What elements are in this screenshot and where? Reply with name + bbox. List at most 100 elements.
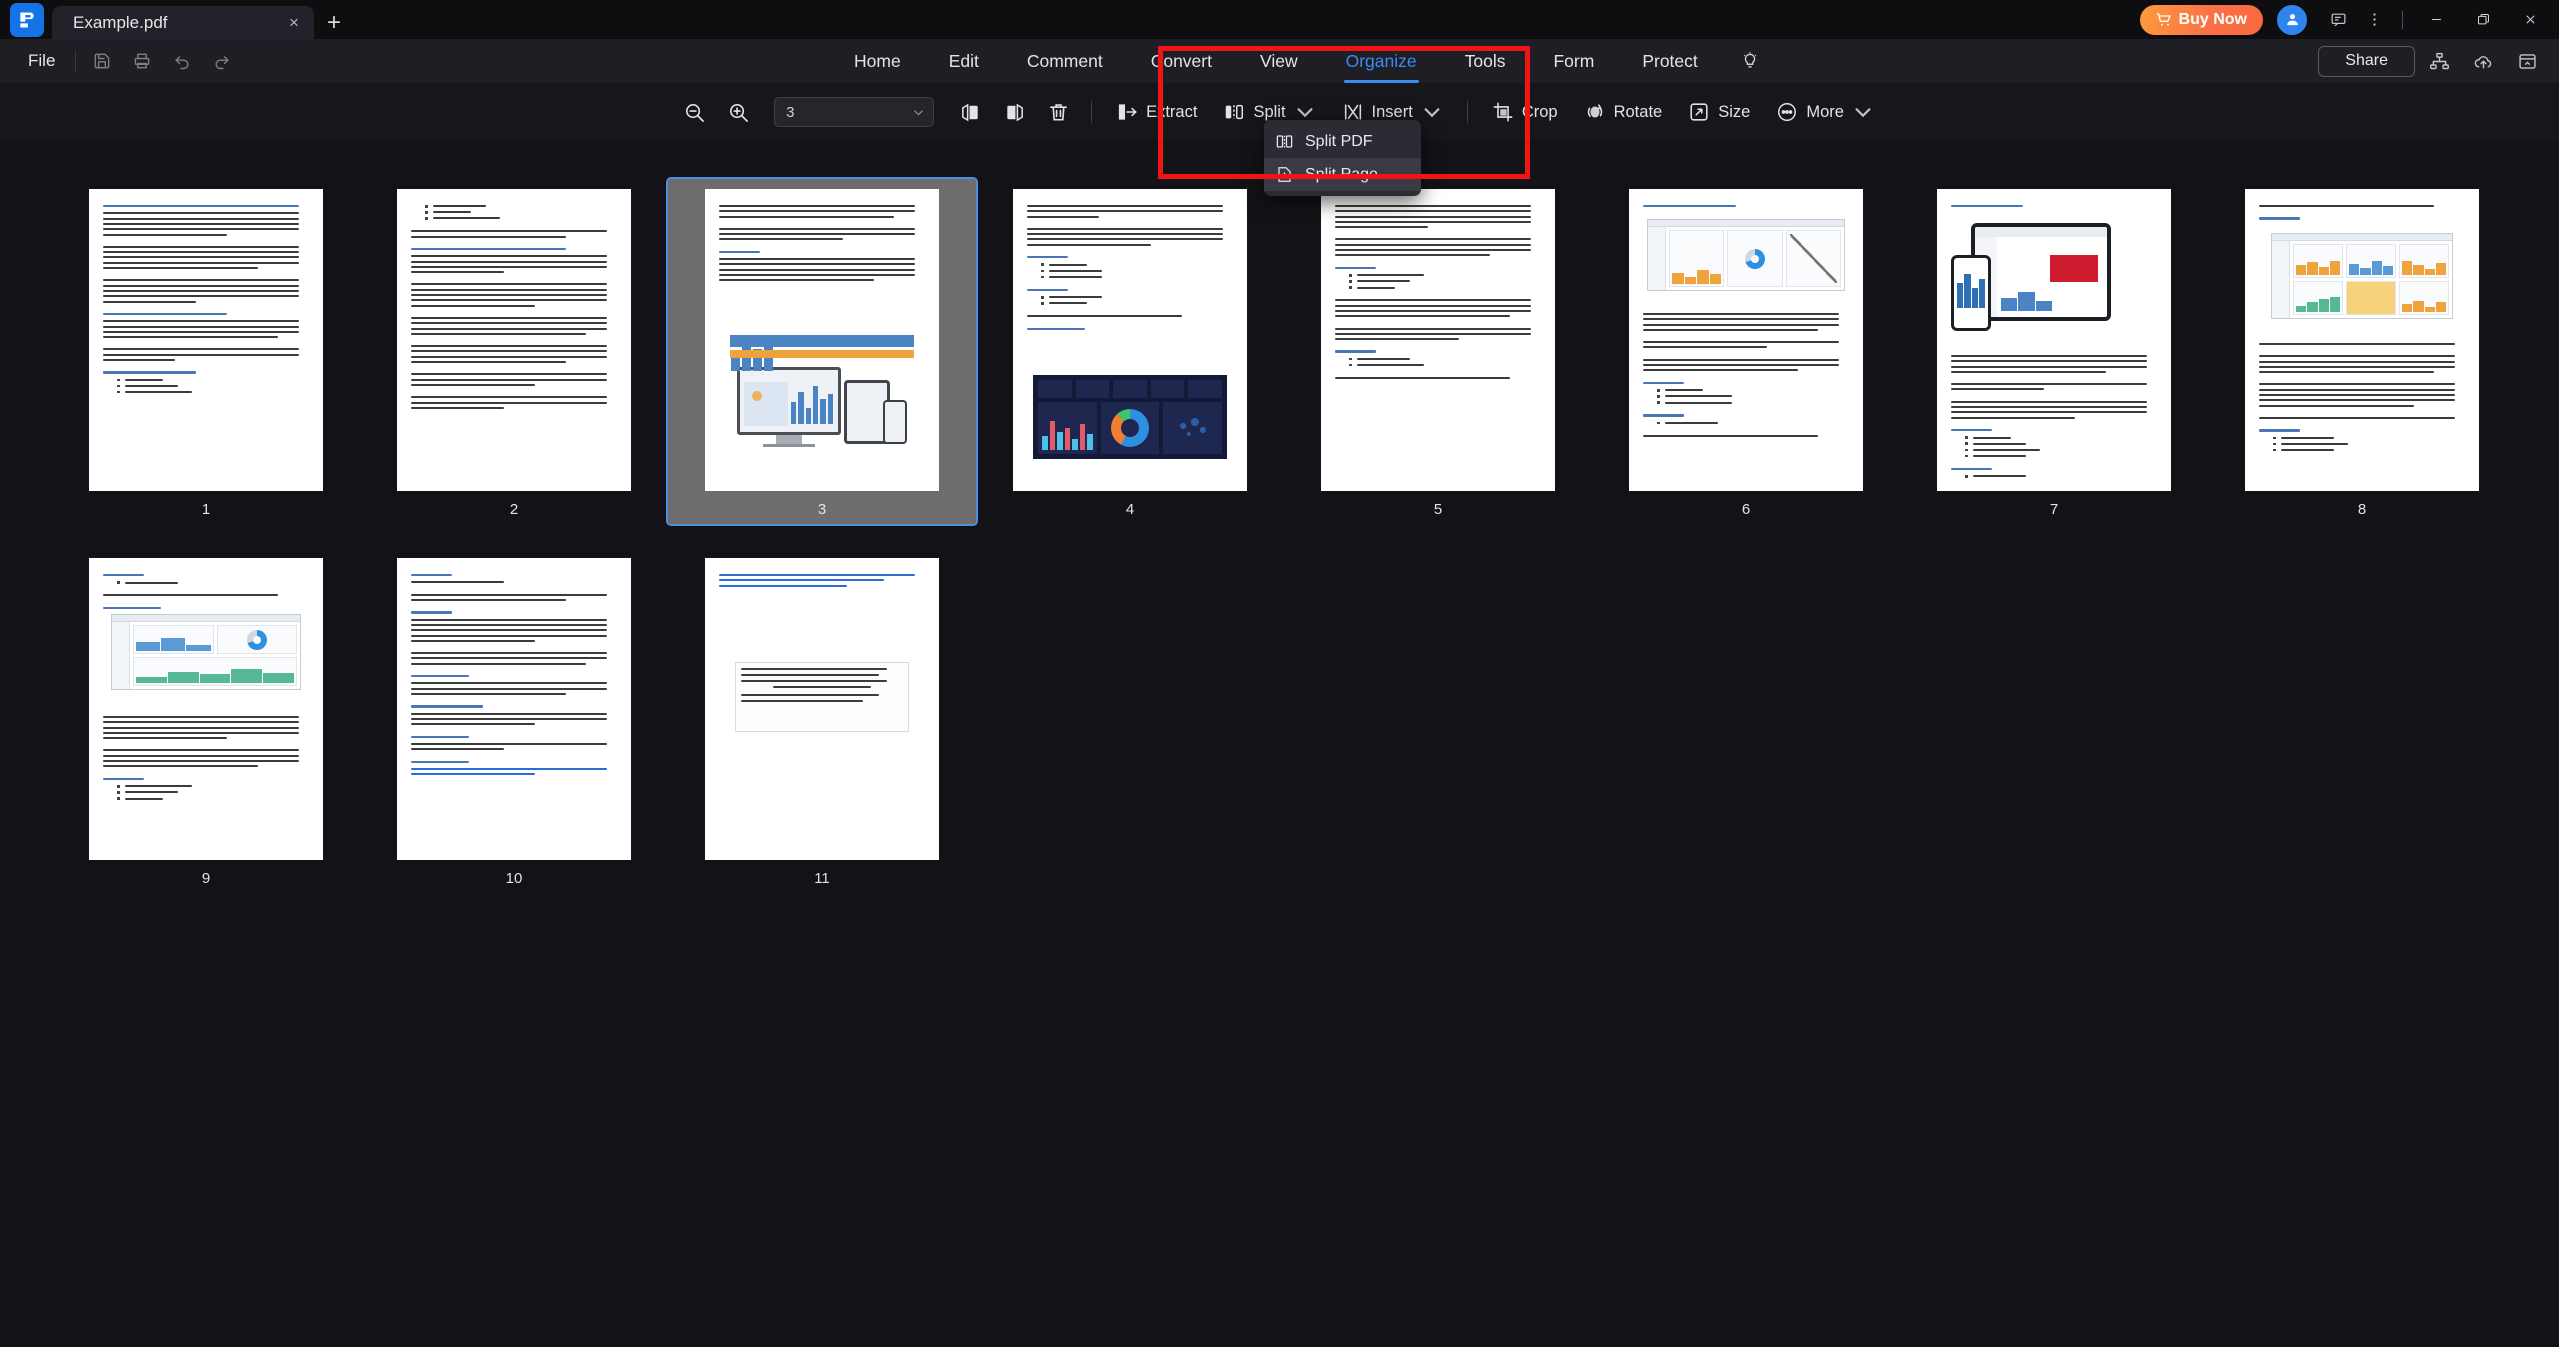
page-thumbnail[interactable] <box>397 558 631 860</box>
zoho-dashboard-image <box>111 614 301 690</box>
phone-graphic <box>730 335 914 444</box>
more-button[interactable]: More <box>1763 92 1887 132</box>
page-number-label: 9 <box>201 870 211 887</box>
split-pdf-menu-item[interactable]: Split PDF <box>1264 125 1421 158</box>
tab-title: Example.pdf <box>73 12 168 32</box>
undo-icon[interactable] <box>162 41 202 81</box>
page-content <box>397 189 631 491</box>
panel-toggle-icon[interactable] <box>2507 41 2547 81</box>
menu-tab-form[interactable]: Form <box>1529 39 1618 83</box>
menu-bar: File Home Edit Comment Convert View Orga… <box>0 39 2559 83</box>
thumbnail-cell[interactable]: 9 <box>52 548 360 893</box>
page-thumbnail[interactable] <box>2245 189 2479 491</box>
file-menu-button[interactable]: File <box>14 51 69 71</box>
page-number-label: 10 <box>505 870 523 887</box>
redo-icon[interactable] <box>202 41 242 81</box>
crop-label: Crop <box>1521 102 1558 121</box>
menu-tab-comment[interactable]: Comment <box>1003 39 1127 83</box>
new-tab-icon[interactable]: + <box>314 6 354 39</box>
page-left-icon[interactable] <box>948 92 992 132</box>
feedback-icon[interactable] <box>2321 3 2355 37</box>
avatar[interactable] <box>2277 4 2307 35</box>
page-number-label: 8 <box>2357 501 2367 518</box>
page-content-lower <box>1629 297 1863 491</box>
share-button[interactable]: Share <box>2318 45 2415 77</box>
page-thumbnail[interactable] <box>705 189 939 491</box>
minimize-button[interactable] <box>2414 0 2459 39</box>
thumbnail-cell[interactable]: 1 <box>52 179 360 524</box>
monitor-graphic <box>737 367 841 447</box>
donut-chart-graphic <box>1100 402 1160 454</box>
menu-tab-view[interactable]: View <box>1236 39 1322 83</box>
page-content <box>397 558 631 860</box>
page-content-lower <box>89 700 323 860</box>
close-window-button[interactable] <box>2508 0 2553 39</box>
page-size-select[interactable]: 3 <box>774 97 935 127</box>
buy-now-button[interactable]: Buy Now <box>2139 4 2263 35</box>
chevron-down-icon <box>1424 108 1440 118</box>
bar-chart-graphic <box>1038 402 1097 454</box>
zoom-out-button[interactable] <box>672 92 716 132</box>
thumbnail-cell[interactable]: 5 <box>1284 179 1592 524</box>
page-thumbnail[interactable] <box>1937 189 2171 491</box>
delete-icon[interactable] <box>1036 92 1080 132</box>
thumbnail-cell[interactable]: 7 <box>1900 179 2208 524</box>
rotate-button[interactable]: Rotate <box>1571 92 1676 132</box>
more-options-icon[interactable] <box>2357 3 2391 37</box>
split-pdf-label: Split PDF <box>1305 132 1373 150</box>
page-thumbnail[interactable] <box>89 189 323 491</box>
page-number-label: 5 <box>1433 501 1443 518</box>
page-thumbnail[interactable] <box>1013 189 1247 491</box>
title-bar: Example.pdf × + Buy Now <box>0 0 2559 39</box>
page-thumbnail[interactable] <box>1321 189 1555 491</box>
menu-tab-organize[interactable]: Organize <box>1322 39 1441 83</box>
size-button[interactable]: Size <box>1675 92 1763 132</box>
page-right-icon[interactable] <box>992 92 1036 132</box>
page-number-label: 3 <box>817 501 827 518</box>
menu-tab-edit[interactable]: Edit <box>925 39 1003 83</box>
print-icon[interactable] <box>122 41 162 81</box>
page-thumbnail-canvas[interactable]: 1 2 3 4 5 6 7 8 9 10 11 <box>0 141 2559 1347</box>
phone-mockup-image <box>1951 255 1991 331</box>
split-page-label: Split Page <box>1305 165 1378 183</box>
page-thumbnail[interactable] <box>705 558 939 860</box>
crop-button[interactable]: Crop <box>1479 92 1571 132</box>
thumbnail-cell[interactable]: 6 <box>1592 179 1900 524</box>
chevron-down-icon <box>1855 108 1871 118</box>
menu-tab-home[interactable]: Home <box>830 39 925 83</box>
page-size-value: 3 <box>786 103 795 121</box>
tablet-mockup-image <box>1971 223 2111 321</box>
save-icon[interactable] <box>82 41 122 81</box>
split-page-menu-item[interactable]: Split Page <box>1264 158 1421 191</box>
split-label: Split <box>1253 102 1286 121</box>
thumbnail-cell-selected[interactable]: 3 <box>666 177 978 526</box>
menu-tab-tools[interactable]: Tools <box>1441 39 1530 83</box>
document-tab[interactable]: Example.pdf × <box>52 6 314 39</box>
thumbnail-cell[interactable]: 11 <box>668 548 976 893</box>
menu-tab-protect[interactable]: Protect <box>1618 39 1721 83</box>
cloud-upload-icon[interactable] <box>2463 41 2503 81</box>
zoom-in-button[interactable] <box>716 92 760 132</box>
thumbnail-cell[interactable]: 4 <box>976 179 1284 524</box>
page-thumbnail[interactable] <box>89 558 323 860</box>
split-dropdown-menu[interactable]: Split PDF Split Page <box>1264 120 1421 196</box>
thumbnail-cell[interactable]: 10 <box>360 548 668 893</box>
app-logo-icon <box>10 3 44 37</box>
menu-bar-right: Share <box>2318 41 2559 81</box>
close-tab-icon[interactable]: × <box>280 9 308 37</box>
menu-tab-convert[interactable]: Convert <box>1127 39 1236 83</box>
page-number-label: 1 <box>201 501 211 518</box>
thumbnail-cell[interactable]: 2 <box>360 179 668 524</box>
bulb-icon[interactable] <box>1730 41 1770 81</box>
maximize-button[interactable] <box>2461 0 2506 39</box>
page-thumbnail[interactable] <box>397 189 631 491</box>
menu-tabs: Home Edit Comment Convert View Organize … <box>830 39 1770 83</box>
toolbar-divider-2 <box>1466 101 1468 123</box>
extract-button[interactable]: Extract <box>1103 92 1210 132</box>
dashboard-image <box>1033 375 1227 459</box>
thumbnail-cell[interactable]: 8 <box>2208 179 2516 524</box>
thumbnail-grid: 1 2 3 4 5 6 7 8 9 10 11 <box>0 141 2559 917</box>
rotate-label: Rotate <box>1613 102 1663 121</box>
org-chart-icon[interactable] <box>2419 41 2459 81</box>
page-thumbnail[interactable] <box>1629 189 1863 491</box>
